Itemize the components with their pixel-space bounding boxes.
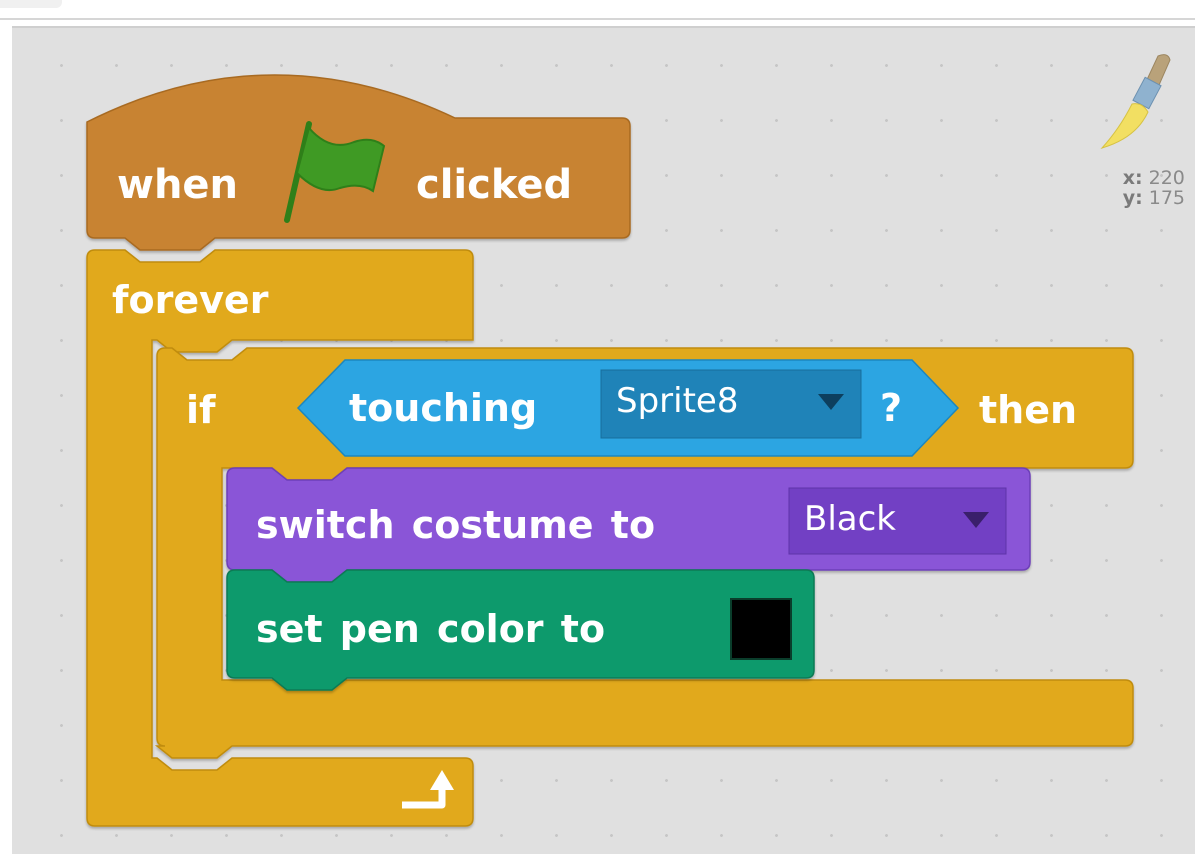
touching-question-mark: ? — [880, 386, 903, 430]
then-label: then — [979, 388, 1078, 432]
hat-label-clicked: clicked — [416, 162, 573, 208]
hat-label-when: when — [117, 162, 239, 208]
sprite-menu-value[interactable]: Sprite8 — [616, 384, 738, 418]
set-pen-color-label: set pen color to — [256, 607, 606, 651]
x-coordinate: x: 220 — [1122, 167, 1185, 189]
pen-color-swatch[interactable] — [730, 598, 792, 660]
forever-label: forever — [112, 278, 269, 322]
if-label: if — [186, 388, 216, 432]
costume-menu-value[interactable]: Black — [804, 502, 896, 536]
sprite-coordinates: x: 220 y: 175 — [1123, 168, 1185, 208]
touching-label: touching — [349, 386, 538, 430]
paintbrush-icon[interactable] — [1096, 52, 1186, 152]
switch-costume-label: switch costume to — [256, 503, 656, 547]
y-coordinate: y: 175 — [1122, 187, 1185, 209]
